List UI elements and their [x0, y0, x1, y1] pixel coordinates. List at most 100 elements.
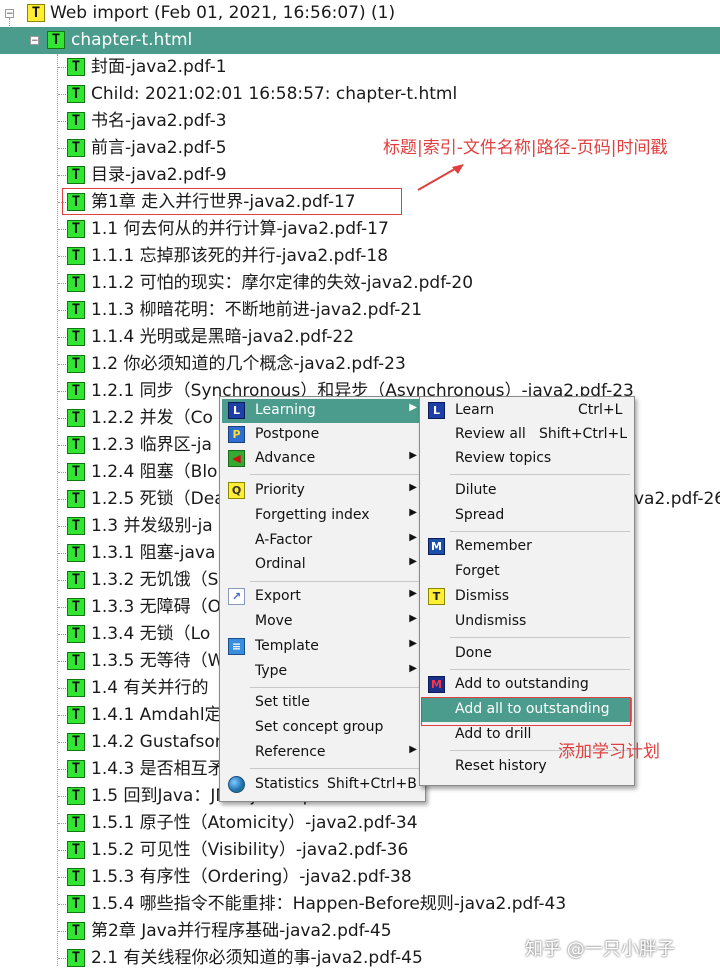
priority-icon: Q: [228, 482, 245, 499]
topic-icon: T: [67, 85, 85, 103]
submenu-item-review-topics[interactable]: Review topics: [422, 447, 632, 471]
menu-item-reference[interactable]: Reference ▶: [222, 741, 423, 765]
menu-item-shortcut: Ctrl+L: [578, 402, 623, 418]
tree-row-label: 1.2 你必须知道的几个概念-java2.pdf-23: [91, 354, 406, 374]
menu-item-advance[interactable]: ◀ Advance ▶: [222, 447, 423, 471]
submenu-item-remember[interactable]: M Remember: [422, 535, 632, 559]
submenu-arrow-icon: ▶: [409, 450, 417, 461]
menu-item-template[interactable]: ≡ Template ▶: [222, 635, 423, 659]
annotation-highlight-box: [421, 697, 631, 726]
tree-row-label-overflow: va2.pdf-26: [634, 489, 720, 509]
tree-row[interactable]: T 1.1.2 可怕的现实：摩尔定律的失效-java2.pdf-20: [0, 270, 720, 297]
menu-separator: [250, 474, 421, 475]
tree-row[interactable]: T 1.5.4 哪些指令不能重排：Happen-Before规则-java2.pd…: [0, 891, 720, 918]
annotation-arrow-icon: [417, 164, 464, 191]
tree-row-label: 1.5.1 原子性（Atomicity）-java2.pdf-34: [91, 813, 418, 833]
tree-row[interactable]: T 目录-java2.pdf-9: [0, 162, 720, 189]
tree-row-label: 1.1.1 忘掉那该死的并行-java2.pdf-18: [91, 246, 389, 266]
tree-row[interactable]: T 1.1.1 忘掉那该死的并行-java2.pdf-18: [0, 243, 720, 270]
tree-row-label: 第2章 Java并行程序基础-java2.pdf-45: [91, 921, 392, 941]
menu-item-set-concept-group[interactable]: Set concept group: [222, 716, 423, 740]
menu-item-ordinal[interactable]: Ordinal ▶: [222, 553, 423, 577]
topic-icon: T: [67, 544, 85, 562]
menu-item-label: A-Factor: [255, 532, 313, 548]
menu-item-label: Set concept group: [255, 719, 384, 735]
tree-row[interactable]: T 书名-java2.pdf-3: [0, 108, 720, 135]
menu-item-a-factor[interactable]: A-Factor ▶: [222, 529, 423, 553]
menu-item-label: Set title: [255, 694, 310, 710]
submenu-item-spread[interactable]: Spread: [422, 504, 632, 528]
menu-item-forgetting-index[interactable]: Forgetting index ▶: [222, 504, 423, 528]
menu-item-learning[interactable]: L Learning ▶: [222, 399, 423, 423]
learning-submenu: L Learn Ctrl+L Review all Shift+Ctrl+L R…: [419, 396, 635, 786]
menu-item-label: Add to drill: [455, 726, 532, 742]
tree-row-selected[interactable]: − T chapter-t.html: [0, 27, 720, 54]
submenu-arrow-icon: ▶: [409, 507, 417, 518]
submenu-arrow-icon: ▶: [409, 556, 417, 567]
tree-row[interactable]: T 封面-java2.pdf-1: [0, 54, 720, 81]
collapse-icon[interactable]: −: [5, 9, 14, 19]
menu-item-set-title[interactable]: Set title: [222, 691, 423, 715]
tree-row[interactable]: T 1.2 你必须知道的几个概念-java2.pdf-23: [0, 351, 720, 378]
menu-item-export[interactable]: ↗ Export ▶: [222, 585, 423, 609]
menu-item-priority[interactable]: Q Priority ▶: [222, 479, 423, 503]
menu-separator: [450, 669, 630, 670]
outstanding-icon: M: [428, 676, 445, 693]
remember-icon: M: [428, 538, 445, 555]
collapse-icon[interactable]: −: [30, 36, 39, 46]
topic-icon: T: [67, 58, 85, 76]
menu-item-statistics[interactable]: Statistics Shift+Ctrl+B: [222, 773, 423, 797]
menu-item-label: Review all: [455, 426, 526, 442]
topic-icon: T: [67, 679, 85, 697]
submenu-item-dismiss[interactable]: T Dismiss: [422, 585, 632, 609]
tree-row-label: 1.2.3 临界区-ja: [91, 435, 212, 455]
topic-icon: T: [67, 760, 85, 778]
dismiss-icon: T: [428, 588, 445, 605]
menu-item-label: Done: [455, 645, 492, 661]
topic-icon: T: [27, 4, 45, 22]
topic-icon: T: [67, 301, 85, 319]
watermark: 知乎 @一只小胖子: [525, 939, 675, 960]
tree-row[interactable]: T 1.1.4 光明或是黑暗-java2.pdf-22: [0, 324, 720, 351]
submenu-item-add-to-outstanding[interactable]: M Add to outstanding: [422, 673, 632, 697]
topic-icon: T: [67, 949, 85, 967]
tree-row-label: 1.3.2 无饥饿（S: [91, 570, 219, 590]
tree-row[interactable]: T 1.5.2 可见性（Visibility）-java2.pdf-36: [0, 837, 720, 864]
topic-icon: T: [67, 409, 85, 427]
topic-icon: T: [67, 733, 85, 751]
submenu-item-forget[interactable]: Forget: [422, 560, 632, 584]
menu-item-postpone[interactable]: P Postpone: [222, 423, 423, 447]
submenu-item-dilute[interactable]: Dilute: [422, 479, 632, 503]
tree-row-label: 前言-java2.pdf-5: [91, 138, 227, 158]
topic-icon: T: [67, 706, 85, 724]
submenu-item-undismiss[interactable]: Undismiss: [422, 610, 632, 634]
tree-row-root[interactable]: − T Web import (Feb 01, 2021, 16:56:07) …: [0, 0, 720, 27]
menu-item-label: Forget: [455, 563, 500, 579]
topic-icon: T: [67, 355, 85, 373]
menu-item-move[interactable]: Move ▶: [222, 610, 423, 634]
tree-row-label: 封面-java2.pdf-1: [91, 57, 227, 77]
tree-row[interactable]: T 1.5.3 有序性（Ordering）-java2.pdf-38: [0, 864, 720, 891]
menu-item-shortcut: Shift+Ctrl+B: [327, 776, 417, 792]
topic-icon: T: [67, 463, 85, 481]
tree-row-label: 1.2.5 死锁（Dea: [91, 489, 225, 509]
export-icon: ↗: [228, 588, 245, 605]
tree-row-label: 1.5.3 有序性（Ordering）-java2.pdf-38: [91, 867, 412, 887]
menu-item-label: Priority: [255, 482, 305, 498]
submenu-item-review-all[interactable]: Review all Shift+Ctrl+L: [422, 423, 632, 447]
submenu-item-done[interactable]: Done: [422, 642, 632, 666]
menu-item-label: Remember: [455, 538, 532, 554]
topic-icon: T: [67, 652, 85, 670]
tree-row[interactable]: T 1.1.3 柳暗花明：不断地前进-java2.pdf-21: [0, 297, 720, 324]
menu-item-type[interactable]: Type ▶: [222, 660, 423, 684]
topic-icon: T: [67, 895, 85, 913]
menu-item-label: Type: [255, 663, 288, 679]
tree-row[interactable]: T Child: 2021:02:01 16:58:57: chapter-t.h…: [0, 81, 720, 108]
tree-row-label: 1.3.1 阻塞-java: [91, 543, 216, 563]
annotation-plan-note: 添加学习计划: [558, 742, 660, 762]
menu-separator: [450, 474, 630, 475]
submenu-item-learn[interactable]: L Learn Ctrl+L: [422, 399, 632, 423]
tree-row[interactable]: T 1.1 何去何从的并行计算-java2.pdf-17: [0, 216, 720, 243]
tree-row-label: 1.1.3 柳暗花明：不断地前进-java2.pdf-21: [91, 300, 423, 320]
tree-row[interactable]: T 1.5.1 原子性（Atomicity）-java2.pdf-34: [0, 810, 720, 837]
